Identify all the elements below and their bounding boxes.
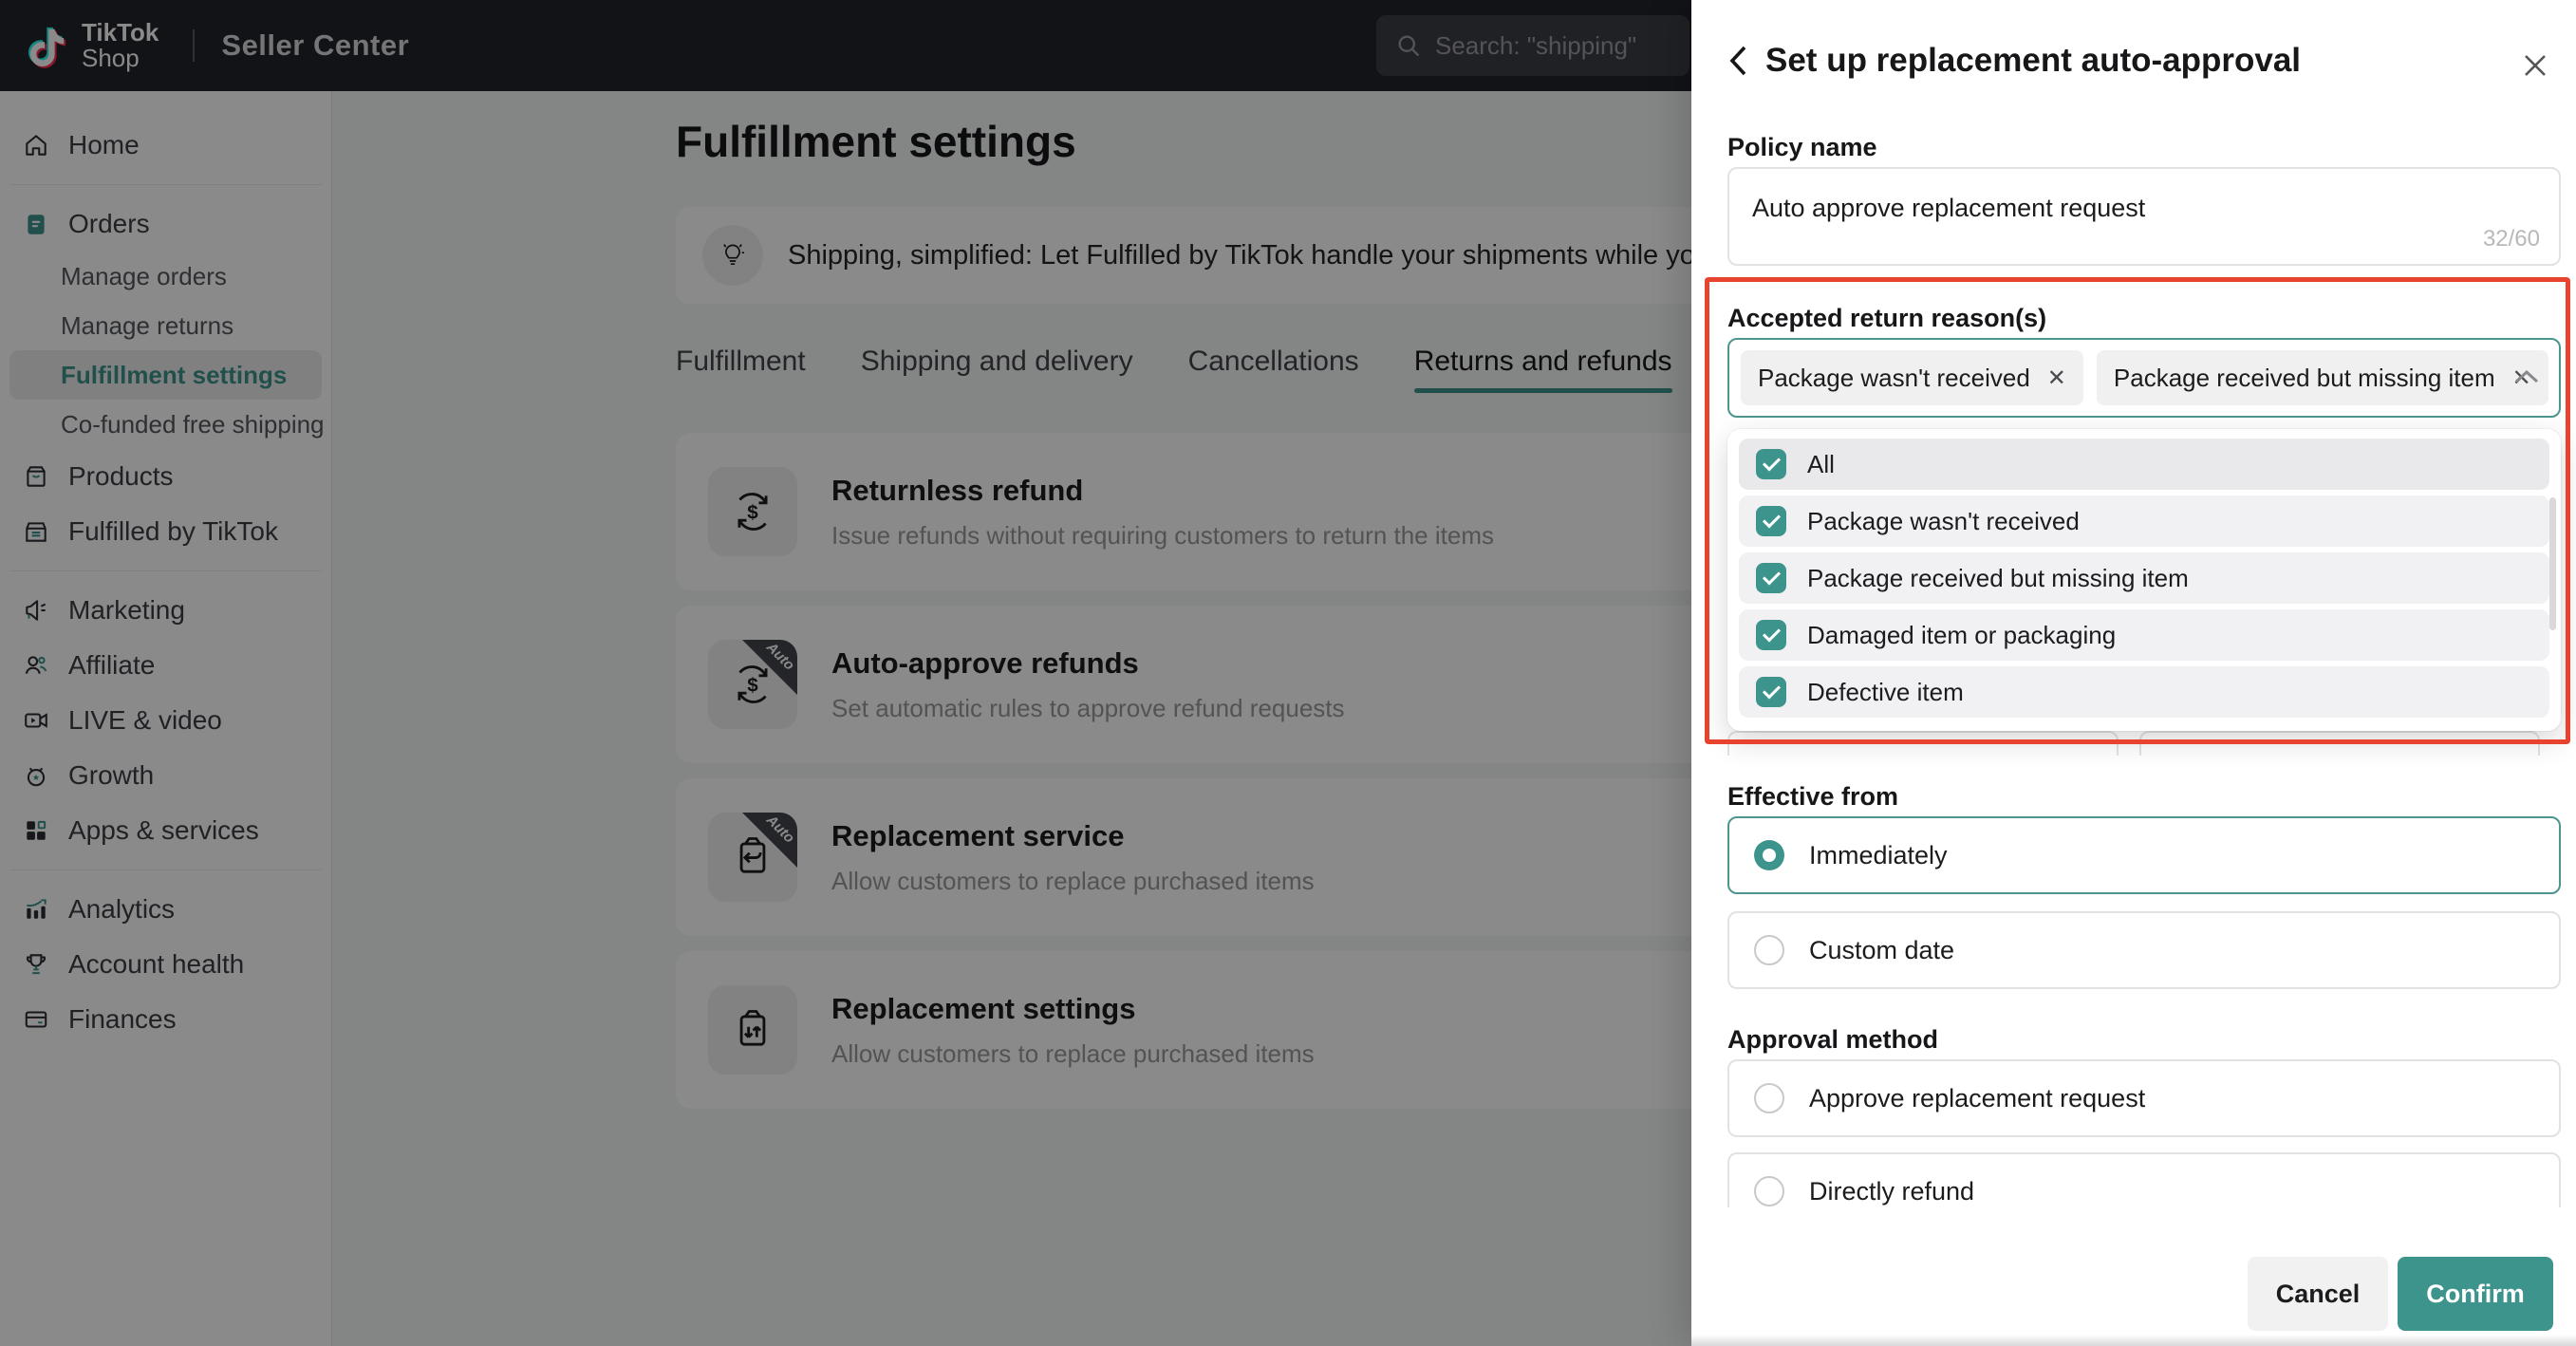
- reason-tag: Package received but missing item ✕: [2096, 350, 2548, 405]
- checkbox-checked-icon[interactable]: [1756, 563, 1786, 593]
- dropdown-option-package-wasnt-received[interactable]: Package wasn't received: [1739, 495, 2549, 547]
- return-reasons-dropdown: All Package wasn't received Package rece…: [1727, 429, 2561, 731]
- app-root: TikTok Shop Seller Center Search: "shipp…: [0, 0, 2576, 1346]
- policy-name-label: Policy name: [1727, 133, 1877, 161]
- dropdown-scrollbar[interactable]: [2549, 497, 2556, 630]
- back-chevron-icon[interactable]: [1727, 44, 1748, 78]
- remove-tag-icon[interactable]: ✕: [2047, 365, 2066, 392]
- radio-selected-icon[interactable]: [1754, 840, 1784, 870]
- radio-unselected-icon[interactable]: [1754, 1176, 1784, 1206]
- checkbox-checked-icon[interactable]: [1756, 449, 1786, 479]
- dropdown-option-defective-item[interactable]: Defective item: [1739, 666, 2549, 718]
- panel-bottom-fade: [1691, 1335, 2576, 1346]
- checkbox-checked-icon[interactable]: [1756, 677, 1786, 707]
- chevron-up-icon[interactable]: [2513, 368, 2540, 385]
- obscured-field-right: [2139, 731, 2540, 756]
- option-immediately[interactable]: Immediately: [1727, 816, 2561, 894]
- option-approve-replacement-request[interactable]: Approve replacement request: [1727, 1059, 2561, 1137]
- close-icon[interactable]: [2521, 51, 2549, 80]
- panel-footer: Cancel Confirm: [1691, 1207, 2576, 1346]
- policy-name-input[interactable]: Auto approve replacement request 32/60: [1727, 167, 2561, 266]
- option-custom-date[interactable]: Custom date: [1727, 911, 2561, 989]
- confirm-button[interactable]: Confirm: [2398, 1257, 2553, 1331]
- panel-title: Set up replacement auto-approval: [1765, 42, 2302, 79]
- radio-unselected-icon[interactable]: [1754, 935, 1784, 965]
- return-reasons-multiselect[interactable]: Package wasn't received ✕ Package receiv…: [1727, 338, 2561, 418]
- effective-from-label: Effective from: [1727, 782, 1899, 811]
- replacement-auto-approval-panel: Set up replacement auto-approval Policy …: [1691, 0, 2576, 1346]
- dropdown-option-package-received-but-missing-item[interactable]: Package received but missing item: [1739, 552, 2549, 604]
- reason-tag: Package wasn't received ✕: [1741, 350, 2083, 405]
- checkbox-checked-icon[interactable]: [1756, 620, 1786, 650]
- checkbox-checked-icon[interactable]: [1756, 506, 1786, 536]
- char-counter: 32/60: [2482, 226, 2540, 252]
- cancel-button[interactable]: Cancel: [2248, 1257, 2388, 1331]
- approval-method-label: Approval method: [1727, 1025, 1939, 1054]
- dropdown-option-all[interactable]: All: [1739, 439, 2549, 490]
- modal-dim-overlay[interactable]: [0, 0, 1691, 1346]
- policy-name-value: Auto approve replacement request: [1752, 194, 2146, 222]
- accepted-return-reasons-label: Accepted return reason(s): [1727, 304, 2047, 332]
- panel-header: Set up replacement auto-approval: [1727, 42, 2301, 80]
- dropdown-option-damaged-item-or-packaging[interactable]: Damaged item or packaging: [1739, 609, 2549, 661]
- radio-unselected-icon[interactable]: [1754, 1083, 1784, 1113]
- obscured-field-left: [1727, 731, 2119, 756]
